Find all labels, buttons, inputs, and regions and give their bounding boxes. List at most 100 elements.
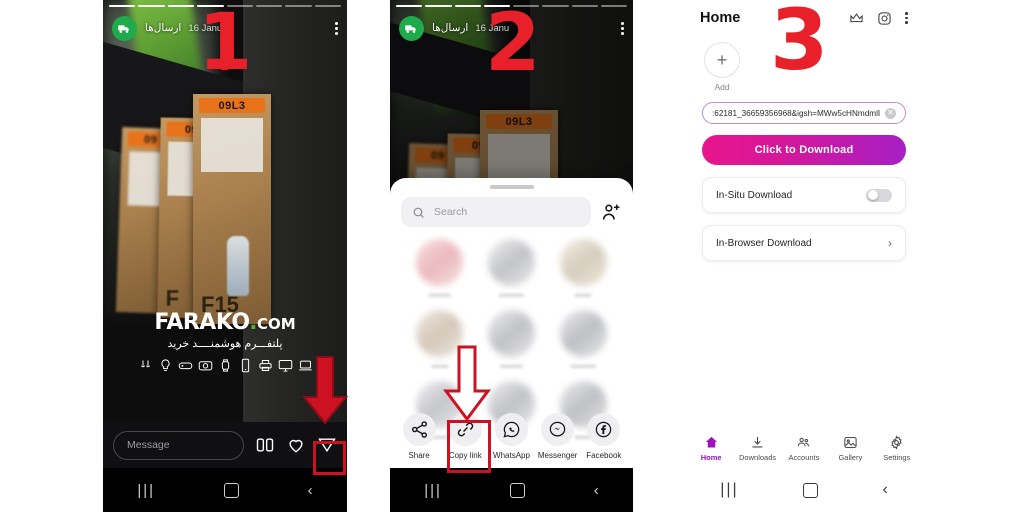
add-label: Add: [714, 82, 730, 92]
watermark-brand: FARAKO.COM: [103, 310, 347, 335]
avatar: [559, 310, 607, 357]
whatsapp-icon: [494, 413, 528, 446]
tab-downloads[interactable]: Downloads: [736, 435, 780, 462]
monitor-icon: [278, 360, 292, 372]
avatar: [487, 310, 535, 357]
home-square-icon[interactable]: [510, 482, 526, 498]
bottom-tab-bar: Home Downloads Accounts Gallery Settings: [688, 428, 920, 468]
accounts-icon: [798, 437, 810, 446]
watermark-tld: COM: [256, 315, 296, 333]
message-input[interactable]: Message: [113, 430, 244, 460]
story-progress-bar[interactable]: [109, 5, 341, 7]
kebab-menu-icon[interactable]: [905, 12, 908, 24]
share-target-copy-link[interactable]: Copy link: [442, 413, 488, 460]
click-to-download-button[interactable]: Click to Download: [702, 135, 906, 165]
contact-grid: •••••••• ••••••••• •••••• •••••• •••••••…: [390, 227, 633, 442]
truck-icon[interactable]: [399, 15, 424, 41]
option-in-browser-download[interactable]: In-Browser Download ›: [702, 225, 906, 261]
watermark-tagline: پلتفـــرم هوشمنــــد خرید: [167, 338, 283, 350]
home-square-icon[interactable]: [223, 482, 239, 498]
messenger-icon: [541, 413, 575, 446]
avatar: [487, 239, 535, 286]
tab-settings[interactable]: Settings: [875, 434, 919, 462]
share-target-facebook[interactable]: Facebook: [581, 413, 627, 460]
heart-icon[interactable]: [286, 435, 306, 455]
list-item[interactable]: ••••••••: [476, 310, 548, 371]
link-icon: [448, 413, 482, 446]
add-account-block[interactable]: + Add: [688, 32, 920, 92]
panel-instagram-story: 09 09 F 09L3 F15 ارسال‌ها 16 Janu FARAKO.C…: [103, 0, 347, 512]
tab-accounts[interactable]: Accounts: [782, 435, 826, 462]
send-icon[interactable]: [317, 435, 337, 455]
multi-photo-icon[interactable]: [255, 435, 275, 455]
nav-back-button[interactable]: ‹: [308, 483, 313, 498]
watch-icon: [221, 359, 229, 372]
avatar: [416, 239, 464, 286]
share-target-label: Messenger: [537, 451, 578, 460]
facebook-icon: [587, 413, 621, 446]
story-account-name[interactable]: ارسال‌ها: [432, 22, 468, 34]
instagram-icon[interactable]: [877, 11, 892, 26]
sheet-search-row: Search: [390, 189, 633, 227]
tab-label: Settings: [883, 452, 911, 462]
farako-watermark: FARAKO.COM پلتفـــرم هوشمنــــد خرید: [103, 310, 347, 373]
kebab-menu-icon[interactable]: [335, 20, 338, 37]
tab-gallery[interactable]: Gallery: [828, 435, 872, 462]
clear-circle-icon[interactable]: ✕: [885, 107, 896, 119]
story-date: 16 Janu: [188, 22, 223, 34]
nav-recents-button[interactable]: |||: [720, 481, 738, 499]
search-icon: [413, 207, 424, 218]
list-item[interactable]: ••••••: [404, 310, 476, 371]
nav-back-button[interactable]: ‹: [882, 481, 887, 499]
panel-instagram-share-sheet: 09 09 09L3 ارسال‌ها 16 Janu Search •••••: [390, 0, 633, 512]
contact-name: ••••••••: [428, 291, 452, 300]
share-target-label: WhatsApp: [493, 451, 530, 460]
nav-recents-button[interactable]: |||: [424, 483, 442, 498]
contact-name: ••••••: [431, 362, 449, 371]
printer-icon: [258, 360, 272, 371]
watermark-icon-row: [103, 358, 347, 373]
share-node-icon: [402, 413, 436, 446]
truck-icon[interactable]: [112, 15, 137, 41]
list-item[interactable]: •••••••••: [476, 239, 548, 300]
laptop-icon: [298, 360, 312, 371]
page-title: Home: [700, 10, 741, 26]
url-input[interactable]: :62181_36659356968&igsh=MWw5cHNmdmlIM3Iv…: [702, 102, 906, 124]
panel-downloader-app: Home + Add :62181_36659356968&igsh=MWw5c…: [688, 0, 920, 512]
tab-home[interactable]: Home: [689, 435, 733, 462]
story-date: 16 Janu: [475, 22, 510, 34]
story-progress-bar[interactable]: [396, 5, 627, 7]
nav-recents-button[interactable]: |||: [137, 483, 155, 498]
bulb-icon: [160, 359, 170, 371]
in-situ-download-toggle[interactable]: [866, 188, 892, 202]
list-item[interactable]: •••••••••: [547, 310, 619, 371]
share-sheet: Search •••••••• ••••••••• •••••• •••••• …: [390, 178, 633, 468]
share-target-messenger[interactable]: Messenger: [535, 413, 581, 460]
story-account-name[interactable]: ارسال‌ها: [145, 22, 181, 34]
search-input[interactable]: Search: [401, 197, 591, 227]
tab-label: Accounts: [788, 452, 820, 462]
list-item[interactable]: ••••••••: [404, 239, 476, 300]
tab-label: Home: [700, 452, 722, 462]
option-label: In-Browser Download: [716, 237, 812, 249]
android-nav-bar: ||| ‹: [390, 468, 633, 512]
share-target-share[interactable]: Share: [396, 413, 442, 460]
add-people-icon[interactable]: [601, 202, 622, 223]
tab-label: Downloads: [739, 452, 777, 462]
android-nav-bar: ||| ‹: [688, 468, 920, 512]
avatar: [416, 310, 464, 357]
crown-icon[interactable]: [849, 11, 864, 26]
plus-icon[interactable]: +: [704, 42, 740, 78]
chevron-right-icon: ›: [888, 236, 892, 250]
contact-name: •••••••••: [570, 362, 596, 371]
home-icon: [705, 436, 717, 447]
share-target-whatsapp[interactable]: WhatsApp: [488, 413, 534, 460]
home-square-icon[interactable]: [803, 482, 819, 498]
option-in-situ-download[interactable]: In-Situ Download: [702, 177, 906, 213]
kebab-menu-icon[interactable]: [621, 20, 624, 37]
contact-name: ••••••••: [500, 362, 523, 371]
watermark-brand-text: FARAKO: [154, 310, 250, 335]
list-item[interactable]: ••••••: [547, 239, 619, 300]
nav-back-button[interactable]: ‹: [594, 483, 599, 498]
url-input-value[interactable]: :62181_36659356968&igsh=MWw5cHNmdmlIM3Iv…: [712, 109, 880, 118]
